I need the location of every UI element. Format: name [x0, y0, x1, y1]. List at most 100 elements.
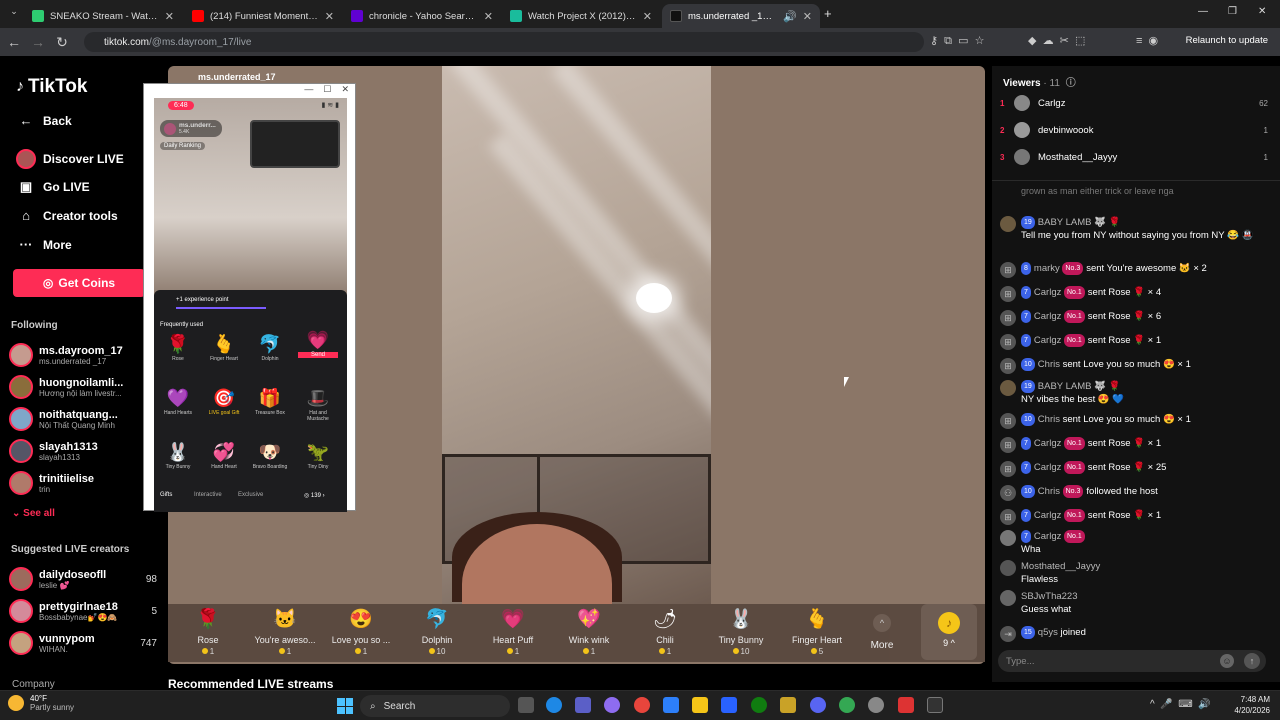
relaunch-button[interactable]: Relaunch to update [1186, 35, 1268, 46]
tray-icons[interactable]: ^ 🎤 ⌨ 🔊 [1150, 699, 1211, 710]
weather-widget[interactable]: 40°F Partly sunny [8, 694, 74, 712]
tiktok-logo[interactable]: ♪ TikTok [16, 76, 87, 98]
see-all-link[interactable]: ⌄ See all [12, 508, 55, 519]
gift-rose[interactable]: 🌹 Rose 1 [173, 608, 243, 656]
back-icon[interactable]: ← [2, 34, 26, 50]
tab-0[interactable]: SNEAKO Stream - Watch Live o ✕ [24, 4, 182, 28]
chat-username[interactable]: Carlgz [1034, 438, 1061, 449]
clock[interactable]: 7:48 AM 4/20/2026 [1234, 694, 1270, 716]
windows-start-icon[interactable] [337, 698, 353, 714]
gift-chili[interactable]: 🌶 Chili 1 [630, 608, 700, 656]
teams-icon[interactable] [575, 697, 591, 713]
tab-3[interactable]: Watch Project X (2012) For Free ✕ [502, 4, 660, 28]
new-tab-icon[interactable]: + [824, 6, 832, 21]
phone-gift[interactable]: 🎩 Hat and Mustache [298, 386, 338, 422]
emoji-icon[interactable]: ☺ [1220, 654, 1234, 668]
epic-icon[interactable] [927, 697, 943, 713]
tab-search-icon[interactable]: ⌄ [2, 6, 26, 17]
live-video[interactable] [442, 66, 711, 604]
tab-4[interactable]: ms.underrated _17 (@ms.d 🔊 ✕ [662, 4, 820, 28]
following-item[interactable]: slayah1313 slayah1313 [9, 439, 159, 463]
app-icon[interactable] [721, 697, 737, 713]
explorer-icon[interactable] [692, 697, 708, 713]
phone-gift[interactable]: 🎯 LIVE goal Gift [204, 386, 244, 416]
extension-icon[interactable]: ◆ ☁ ✂ ⬚ [1028, 34, 1085, 47]
tab-interactive[interactable]: Interactive [194, 492, 222, 498]
nav-creator-tools[interactable]: ⌂ Creator tools [16, 208, 118, 223]
phone-gift[interactable]: 🐶 Bravo Boarding [250, 440, 290, 470]
settings-icon[interactable] [868, 697, 884, 713]
phone-gift[interactable]: 🫰 Finger Heart [204, 332, 244, 362]
chat-username[interactable]: Mosthated__Jayyy [1021, 561, 1100, 572]
forward-icon[interactable]: → [26, 34, 50, 50]
nav-go-live[interactable]: ▣ Go LIVE [16, 179, 90, 195]
suggested-item[interactable]: vunnypom WIHAN. 747 [9, 631, 159, 655]
suggested-item[interactable]: dailydoseofll leslie 💕 98 [9, 567, 159, 591]
chat-username[interactable]: q5ys [1038, 627, 1058, 638]
task-view-icon[interactable] [518, 697, 534, 713]
gift-tiny-bunny[interactable]: 🐰 Tiny Bunny 10 [706, 608, 776, 656]
send-icon[interactable]: ↑ [1244, 653, 1260, 669]
phone-mirror-window[interactable]: — ☐ ✕ 6:48 ▮ ≋ ▮ ms.underr... 5.4K Daily Ra… [143, 83, 356, 512]
chat-username[interactable]: Carlgz [1034, 531, 1061, 542]
tab-gifts[interactable]: Gifts [160, 492, 172, 498]
gift-wink-wink[interactable]: 💖 Wink wink 1 [554, 608, 624, 656]
viewer-row[interactable]: 2 devbinwoook 1 [1000, 122, 1272, 138]
gift-love-you[interactable]: 😍 Love you so ... 1 [326, 608, 396, 656]
minimize-icon[interactable]: — [304, 84, 313, 98]
info-icon[interactable]: ⓘ [1066, 78, 1076, 89]
close-tab-icon[interactable]: ✕ [325, 10, 334, 23]
viewer-row[interactable]: 1 Carlgz 62 [1000, 95, 1272, 111]
get-coins-button[interactable]: ◎ Get Coins [13, 269, 145, 297]
maximize-icon[interactable]: ☐ [323, 84, 331, 98]
chrome-icon[interactable] [634, 697, 650, 713]
close-icon[interactable]: ✕ [341, 84, 349, 98]
coin-balance-button[interactable]: ♪ 9 ^ [921, 604, 977, 660]
gift-heart-puff[interactable]: 💗 Heart Puff 1 [478, 608, 548, 656]
phone-gift[interactable]: 💞 Hand Heart [204, 440, 244, 470]
chat-username[interactable]: Carlgz [1034, 462, 1061, 473]
reload-icon[interactable]: ↻ [50, 34, 74, 51]
edge-icon[interactable] [546, 697, 562, 713]
chat-username[interactable]: BABY LAMB 🐺 🌹 [1038, 217, 1121, 228]
mute-icon[interactable]: 🔊 [783, 10, 797, 23]
app-icon[interactable] [898, 697, 914, 713]
gift-finger-heart[interactable]: 🫰 Finger Heart 5 [782, 608, 852, 656]
nav-more[interactable]: ··· More [16, 237, 72, 252]
close-tab-icon[interactable]: ✕ [484, 10, 493, 23]
xbox-icon[interactable] [751, 697, 767, 713]
company-link[interactable]: Company [12, 679, 55, 690]
following-item[interactable]: huongnoilamli... Hương nội làm livestr... [9, 375, 159, 399]
chat-username[interactable]: Carlgz [1034, 335, 1061, 346]
extensions-icons[interactable]: ⚷ ⧉ ▭ ☆ [930, 34, 985, 48]
tab-exclusive[interactable]: Exclusive [238, 492, 263, 498]
viewer-row[interactable]: 3 Mosthated__Jayyy 1 [1000, 149, 1272, 165]
chat-username[interactable]: marky [1034, 263, 1060, 274]
store-icon[interactable] [663, 697, 679, 713]
copilot-icon[interactable] [604, 697, 620, 713]
close-window-icon[interactable]: ✕ [1258, 6, 1266, 17]
phone-gift[interactable]: 🐰 Tiny Bunny [158, 440, 198, 470]
daily-ranking[interactable]: Daily Ranking [160, 142, 206, 150]
chrome-active-icon[interactable] [839, 697, 855, 713]
discord-icon[interactable] [810, 697, 826, 713]
following-item[interactable]: trinitiielise trin [9, 471, 159, 495]
back-link[interactable]: ← Back [16, 113, 72, 128]
gift-youre-awesome[interactable]: 🐱 You're aweso... 1 [250, 608, 320, 656]
phone-gift[interactable]: 🐬 Dolphin [250, 332, 290, 362]
suggested-item[interactable]: prettygirlnae18 Bossbabynae💅😍🙈 5 [9, 599, 159, 623]
url-input[interactable]: tiktok.com/@ms.dayroom_17/live [84, 32, 924, 52]
chat-username[interactable]: BABY LAMB 🐺 🌹 [1038, 381, 1121, 392]
tab-2[interactable]: chronicle - Yahoo Search Result ✕ [343, 4, 501, 28]
taskbar-search[interactable]: ⌕ Search [360, 695, 510, 717]
streamer-name[interactable]: ms.underrated_17 [198, 72, 276, 82]
phone-gift[interactable]: 🌹 Rose [158, 332, 198, 362]
close-tab-icon[interactable]: ✕ [643, 10, 652, 23]
chat-username[interactable]: Chris [1038, 486, 1060, 497]
phone-coin-balance[interactable]: ◎ 139 › [304, 492, 325, 499]
chat-input[interactable]: Type... ☺ ↑ [998, 650, 1266, 672]
more-gifts-button[interactable]: ^ More [862, 604, 902, 651]
gift-dolphin[interactable]: 🐬 Dolphin 10 [402, 608, 472, 656]
restore-icon[interactable]: ❐ [1228, 6, 1237, 17]
nav-discover-live[interactable]: Discover LIVE [16, 149, 124, 169]
